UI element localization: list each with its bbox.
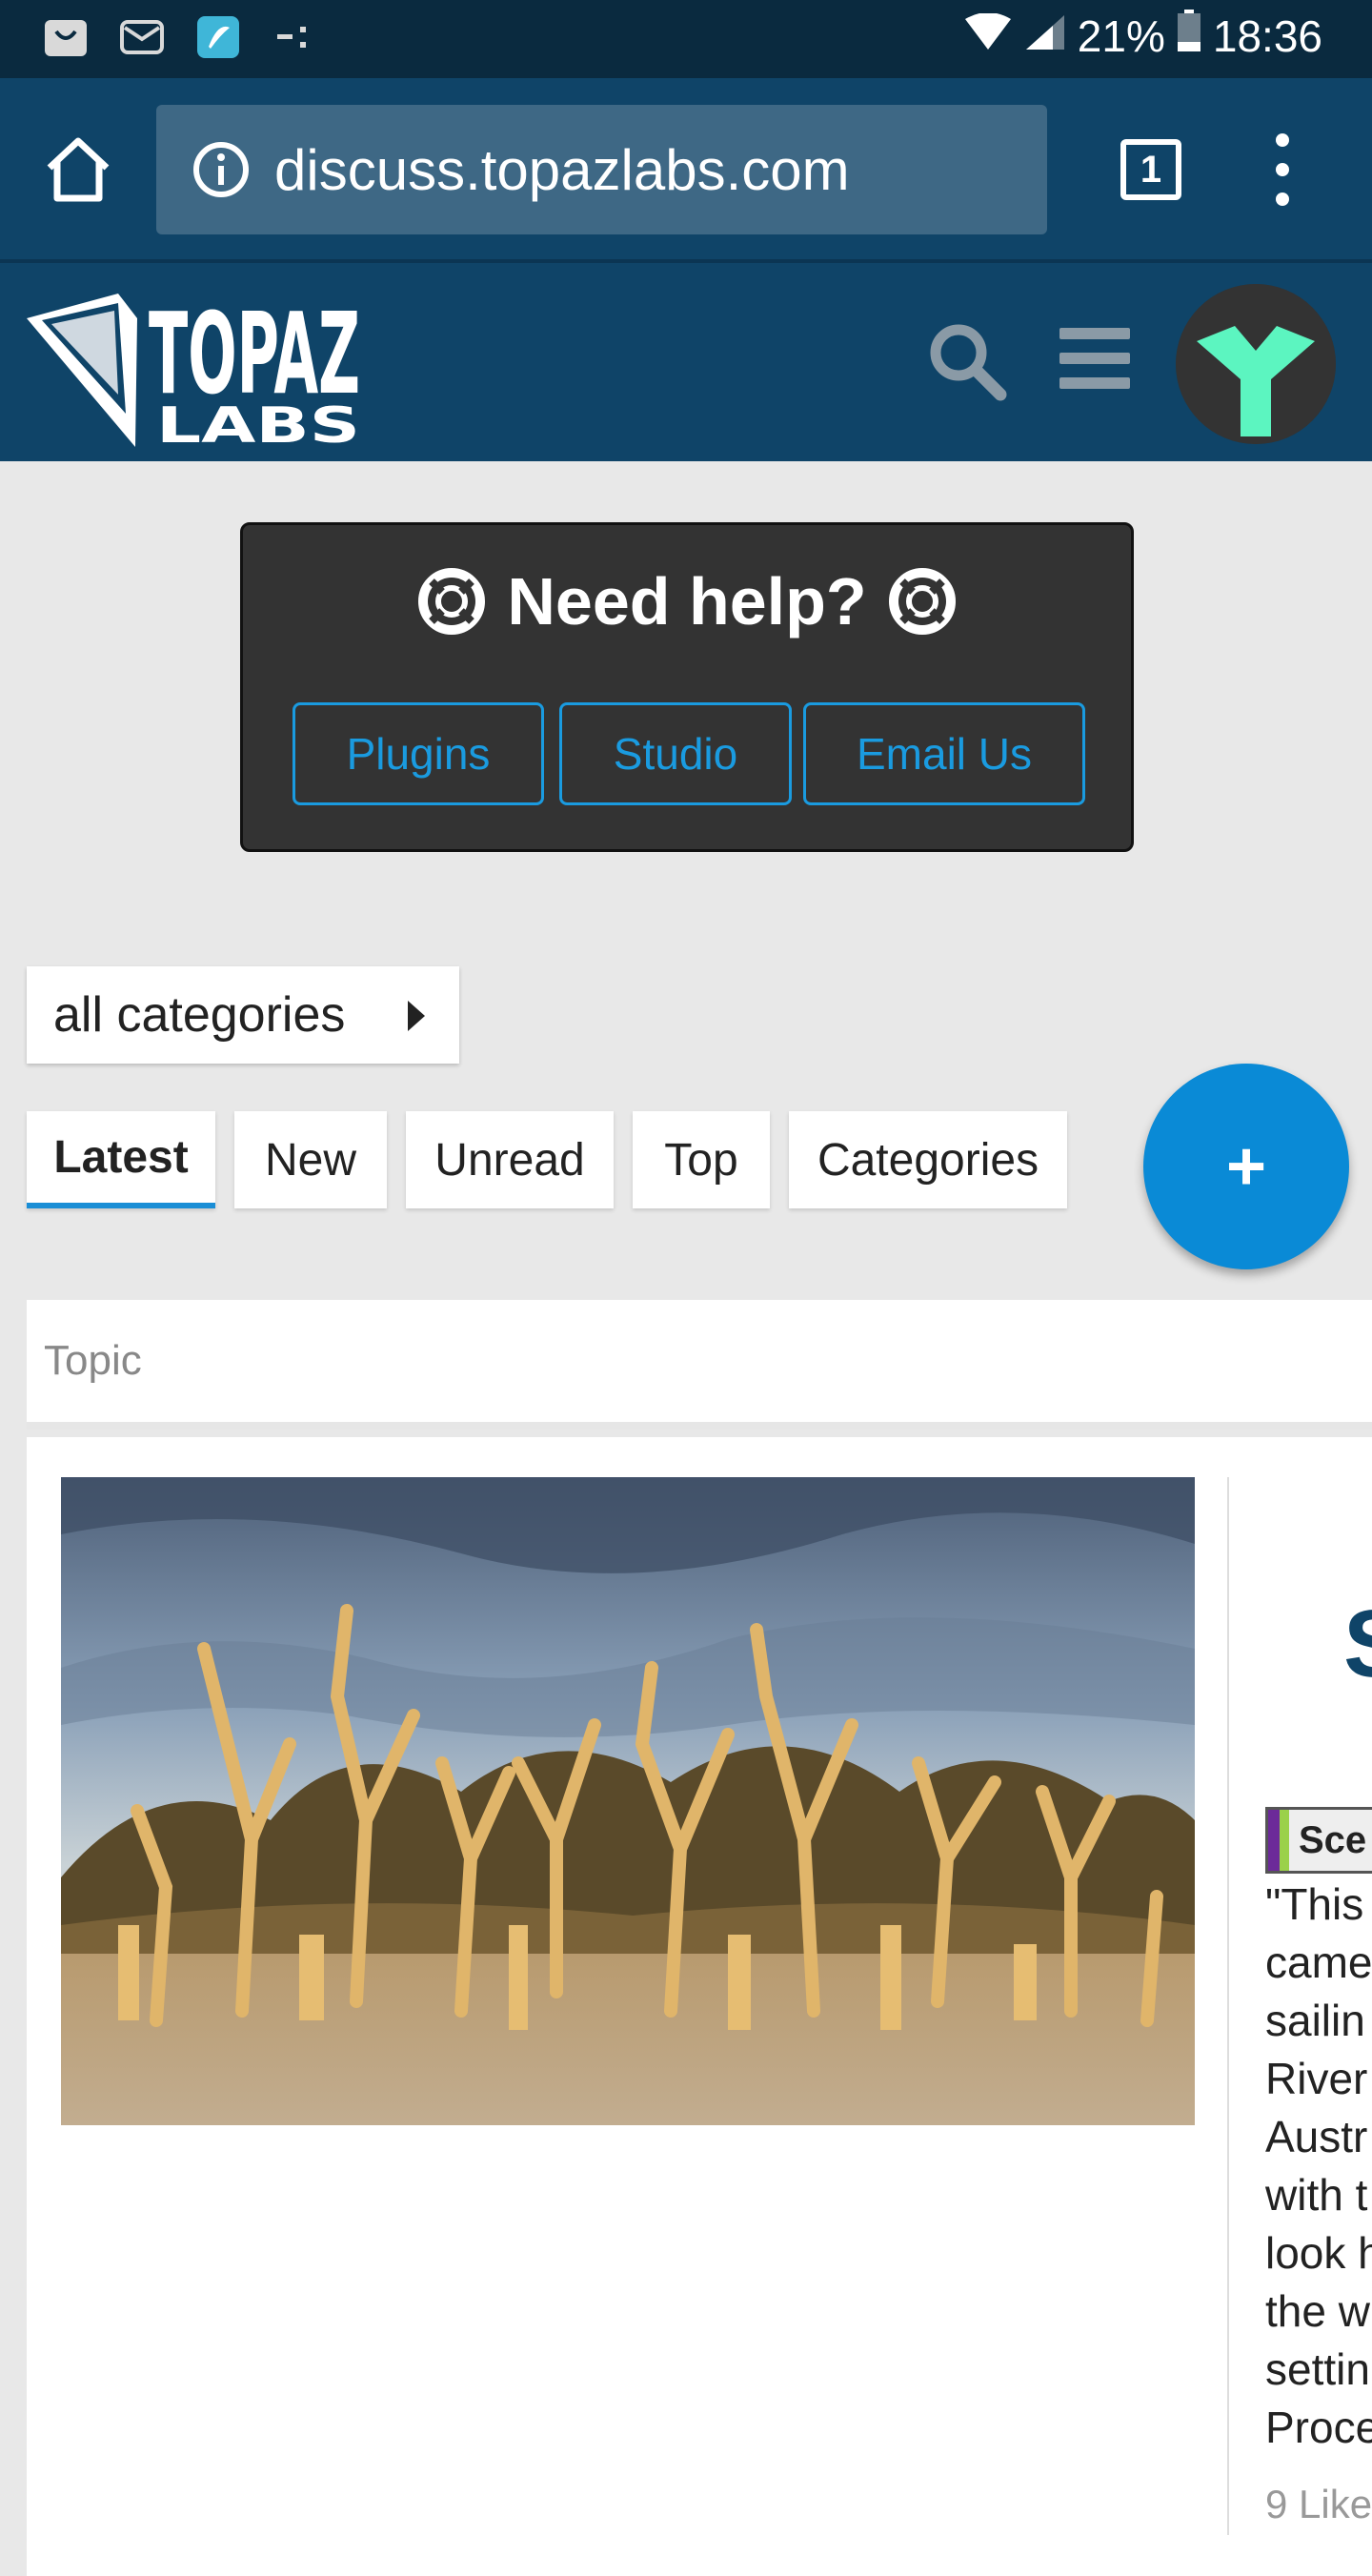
tab-latest[interactable]: Latest [27,1111,215,1208]
excerpt-line: with t [1265,2170,1368,2220]
topic-list-header: Topic [27,1300,1372,1430]
tab-categories[interactable]: Categories [789,1111,1067,1208]
url-text: discuss.topazlabs.com [274,137,850,202]
category-dropdown[interactable]: all categories [27,966,459,1064]
cast-icon [271,15,318,59]
excerpt-line: "This [1265,1879,1364,1929]
svg-text:LABS: LABS [156,397,360,452]
app-notification-icon [194,15,242,59]
shopping-bag-icon [42,15,90,59]
tab-unread[interactable]: Unread [406,1111,614,1208]
excerpt-line: look h [1265,2228,1372,2278]
info-icon[interactable] [191,139,252,200]
wifi-icon [963,10,1013,62]
category-badge[interactable]: Sce [1265,1807,1372,1874]
studio-button[interactable]: Studio [559,702,792,805]
excerpt-line: the w [1265,2286,1370,2336]
excerpt-line: Austr [1265,2112,1368,2161]
lifebuoy-icon [888,568,956,635]
battery-percent: 21% [1077,10,1165,61]
topic-excerpt: "This came sailin River Austr with t loo… [1265,1876,1372,2457]
help-panel: Need help? Plugins Studio Email Us [240,522,1134,852]
topic-thumbnail[interactable] [61,1477,1195,2125]
topic-title[interactable]: S [1343,1590,1372,1699]
clock: 18:36 [1212,10,1322,61]
topic-divider [1227,1477,1229,2535]
lifebuoy-icon [418,568,486,635]
help-title: Need help? [243,563,1131,639]
email-us-button[interactable]: Email Us [803,702,1085,805]
tab-switcher-button[interactable]: 1 [1120,139,1181,200]
excerpt-line: River [1265,2054,1368,2103]
browser-menu-icon[interactable] [1263,133,1301,206]
topic-column-header[interactable]: Topic [44,1337,142,1385]
new-topic-button[interactable]: + [1143,1064,1349,1269]
category-badge-label: Sce [1299,1818,1367,1861]
system-indicators: 21% 18:36 [963,10,1322,62]
category-dropdown-label: all categories [53,987,346,1043]
notification-icons [42,15,318,59]
caret-right-icon [408,1001,425,1031]
excerpt-line: came [1265,1937,1372,1987]
excerpt-line: settin [1265,2344,1370,2394]
tab-top[interactable]: Top [633,1111,770,1208]
hamburger-menu-icon[interactable] [1059,328,1130,389]
site-header: TOPAZ LABS [0,259,1372,461]
search-icon[interactable] [926,320,1008,402]
address-bar[interactable]: discuss.topazlabs.com [156,105,1047,234]
plugins-button[interactable]: Plugins [293,702,544,805]
browser-toolbar: discuss.topazlabs.com 1 [0,78,1372,259]
avatar[interactable] [1176,284,1336,444]
home-icon[interactable] [42,133,114,206]
battery-icon [1177,10,1201,62]
topic-row[interactable]: S Sce "This came sailin River Austr with… [27,1437,1372,2576]
mail-icon [118,15,166,59]
help-title-text: Need help? [507,564,867,639]
excerpt-line: sailin [1265,1996,1365,2045]
topaz-labs-logo[interactable]: TOPAZ LABS [23,280,366,455]
status-bar: 21% 18:36 [0,0,1372,78]
signal-icon [1024,10,1066,62]
likes-count[interactable]: 9 Like [1265,2482,1372,2527]
tab-new[interactable]: New [234,1111,387,1208]
excerpt-line: Proce [1265,2403,1372,2452]
